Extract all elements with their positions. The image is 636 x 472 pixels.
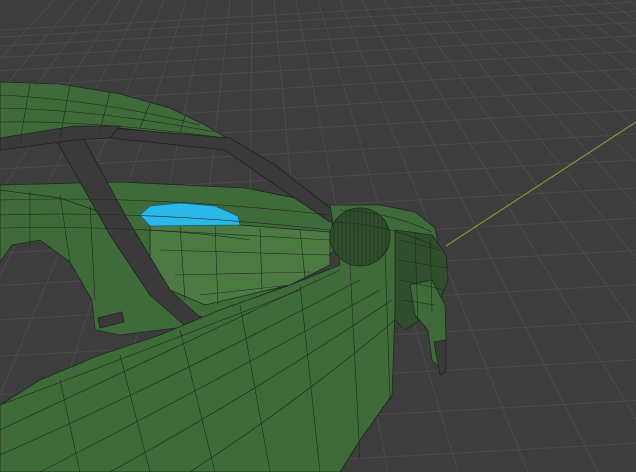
viewport-canvas[interactable] [0, 0, 636, 472]
grid-line [0, 0, 555, 31]
grid-line [0, 1, 636, 38]
side-mirror[interactable] [329, 207, 391, 267]
grid-line [0, 50, 636, 87]
car-mesh[interactable] [0, 81, 449, 472]
3d-viewport[interactable] [0, 0, 636, 472]
grid-line [471, 0, 636, 164]
